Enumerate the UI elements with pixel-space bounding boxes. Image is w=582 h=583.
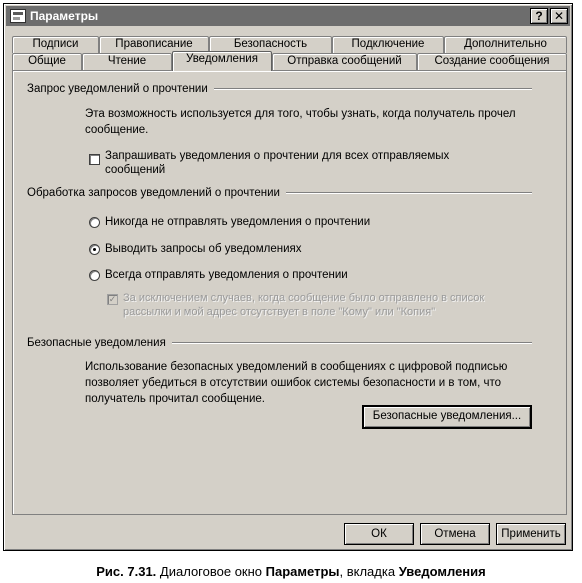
divider (171, 342, 532, 344)
cancel-button[interactable]: Отмена (420, 523, 490, 545)
radio-notify-label[interactable]: Выводить запросы об уведомлениях (105, 242, 301, 256)
apply-button[interactable]: Применить (496, 523, 566, 545)
receipt-handling-group-header: Обработка запросов уведомлений о прочтен… (27, 187, 532, 199)
secure-receipts-description: Использование безопасных уведомлений в с… (85, 359, 507, 407)
radio-never-send[interactable] (89, 217, 100, 228)
except-mailing-list-checkbox[interactable]: ✓ (107, 294, 118, 305)
description-line: сообщение. (85, 124, 149, 136)
radio-notify[interactable] (89, 244, 100, 255)
options-dialog: Параметры ? ✕ Подписи Правописание Безоп… (3, 3, 573, 551)
tab-row-back: Подписи Правописание Безопасность Подклю… (12, 36, 567, 53)
secure-receipts-group-header: Безопасные уведомления (27, 337, 532, 349)
caption-text: Диалоговое окно (159, 564, 263, 579)
request-receipt-checkbox[interactable] (89, 154, 100, 165)
checkbox-label-line: сообщений (105, 164, 166, 176)
tab-row-front: Общие Чтение Уведомления Отправка сообще… (12, 51, 567, 71)
title-bar: Параметры ? ✕ (6, 6, 570, 26)
caption-bold: Уведомления (398, 564, 486, 579)
secure-receipts-header: Безопасные уведомления (27, 337, 166, 349)
figure-caption: Рис. 7.31. Диалоговое окно Параметры, вк… (0, 564, 582, 579)
read-receipt-group-header: Запрос уведомлений о прочтении (27, 83, 532, 95)
except-label-line: За исключением случаев, когда сообщение … (123, 292, 485, 304)
tab-advanced[interactable]: Дополнительно (444, 36, 567, 53)
tab-send[interactable]: Отправка сообщений (272, 53, 417, 70)
receipts-panel: Запрос уведомлений о прочтении Эта возмо… (12, 70, 567, 515)
description-line: Эта возможность используется для того, ч… (85, 108, 516, 120)
except-label-line: рассылки и мой адрес отсутствует в поле … (123, 306, 436, 318)
divider (213, 88, 532, 90)
tab-signatures[interactable]: Подписи (12, 36, 99, 53)
checkbox-label-line: Запрашивать уведомления о прочтении для … (105, 150, 450, 162)
window-title: Параметры (30, 9, 99, 23)
app-icon (10, 9, 26, 23)
description-line: позволяет убедиться в отсутствии ошибок … (85, 377, 501, 389)
request-receipt-label[interactable]: Запрашивать уведомления о прочтении для … (105, 149, 449, 177)
read-receipt-header: Запрос уведомлений о прочтении (27, 83, 208, 95)
except-mailing-list-label[interactable]: За исключением случаев, когда сообщение … (123, 291, 484, 319)
tab-receipts[interactable]: Уведомления (172, 51, 272, 71)
tab-general[interactable]: Общие (12, 53, 82, 70)
description-line: Использование безопасных уведомлений в с… (85, 361, 508, 373)
ok-button[interactable]: ОК (344, 523, 414, 545)
radio-always-send[interactable] (89, 270, 100, 281)
divider (285, 192, 532, 194)
help-button[interactable]: ? (530, 8, 548, 24)
radio-never-send-label[interactable]: Никогда не отправлять уведомления о проч… (105, 215, 370, 229)
tab-compose[interactable]: Создание сообщения (417, 53, 567, 70)
close-button[interactable]: ✕ (550, 8, 568, 24)
radio-always-send-label[interactable]: Всегда отправлять уведомления о прочтени… (105, 268, 348, 282)
caption-text: , вкладка (339, 564, 396, 579)
caption-bold: Параметры (265, 564, 340, 579)
read-receipt-description: Эта возможность используется для того, ч… (85, 106, 516, 138)
receipt-handling-header: Обработка запросов уведомлений о прочтен… (27, 187, 280, 199)
secure-receipts-button[interactable]: Безопасные уведомления... (362, 405, 532, 429)
tab-read[interactable]: Чтение (82, 53, 172, 70)
tab-connection[interactable]: Подключение (332, 36, 444, 53)
caption-prefix: Рис. 7.31. (96, 564, 157, 579)
